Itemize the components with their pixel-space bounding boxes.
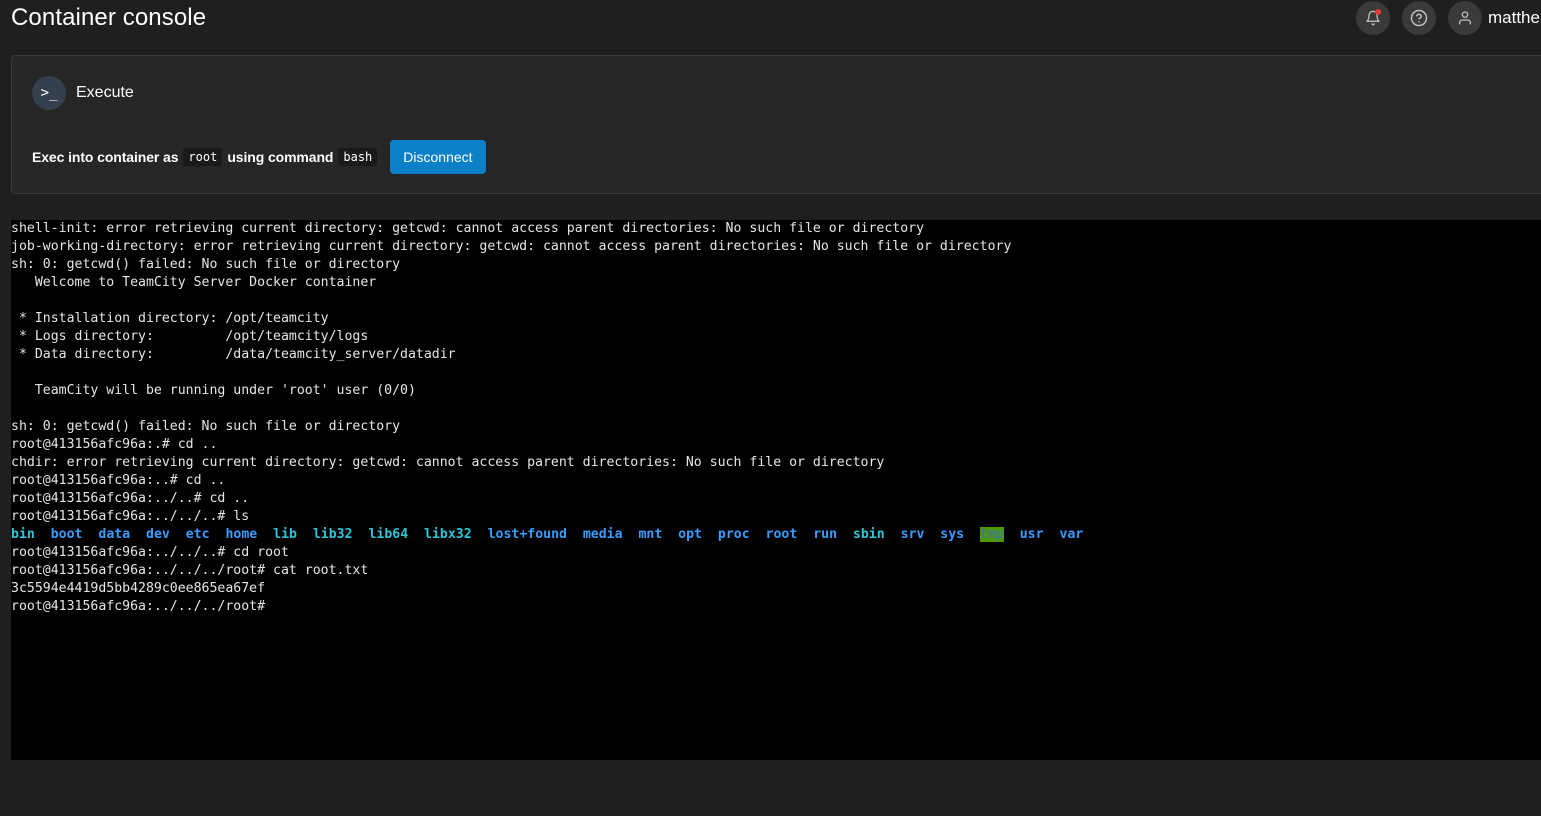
terminal-line: * Logs directory: /opt/teamcity/logs	[11, 329, 369, 344]
notifications-button[interactable]	[1356, 1, 1390, 35]
terminal-line: Welcome to TeamCity Server Docker contai…	[11, 275, 377, 290]
ls-entry: bin	[11, 527, 35, 542]
ls-entry: sys	[940, 527, 965, 542]
ls-entry: sbin	[852, 527, 885, 542]
ls-entry: run	[813, 527, 838, 542]
ls-entry: tmp	[980, 527, 1004, 542]
ls-entry: root	[765, 527, 798, 542]
ls-entry: srv	[900, 527, 925, 542]
top-icons: matthe	[1356, 1, 1540, 35]
execute-panel: >_ Execute Exec into container as root u…	[11, 55, 1541, 194]
ls-entry: libx32	[424, 527, 472, 542]
terminal[interactable]: shell-init: error retrieving current dir…	[11, 220, 1541, 760]
ls-entry: lost+found	[487, 527, 567, 542]
user-icon	[1457, 10, 1473, 26]
ls-entry: boot	[50, 527, 83, 542]
ls-entry: dev	[146, 527, 170, 542]
exec-text-mid: using command	[227, 149, 334, 165]
terminal-line: 3c5594e4419d5bb4289c0ee865ea67ef	[11, 581, 266, 596]
terminal-line: root@413156afc96a:../../../root#	[11, 599, 266, 614]
ls-output-line: bin boot data dev etc home lib lib32 lib…	[11, 526, 1083, 544]
exec-user: root	[183, 148, 223, 166]
ls-entry: mnt	[638, 527, 663, 542]
terminal-line: shell-init: error retrieving current dir…	[11, 221, 925, 236]
terminal-line: * Installation directory: /opt/teamcity	[11, 311, 329, 326]
exec-text-prefix: Exec into container as	[32, 149, 179, 165]
ls-entry: etc	[185, 527, 210, 542]
terminal-line: root@413156afc96a:../../..# ls	[11, 509, 250, 524]
ls-entry: home	[225, 527, 258, 542]
page-title: Container console	[11, 4, 207, 31]
user-menu-button[interactable]	[1448, 1, 1482, 35]
terminal-line: root@413156afc96a:.# cd ..	[11, 437, 218, 452]
terminal-line: job-working-directory: error retrieving …	[11, 239, 1012, 254]
ls-entry: lib	[273, 527, 297, 542]
ls-entry: data	[98, 527, 131, 542]
ls-entry: opt	[678, 527, 702, 542]
terminal-line: chdir: error retrieving current director…	[11, 455, 885, 470]
exec-info-row: Exec into container as root using comman…	[32, 140, 486, 174]
username[interactable]: matthe	[1488, 8, 1540, 28]
execute-header: >_ Execute	[32, 76, 134, 110]
ls-entry: usr	[1019, 527, 1044, 542]
terminal-line: root@413156afc96a:../../../root# cat roo…	[11, 563, 369, 578]
help-button[interactable]	[1402, 1, 1436, 35]
ls-entry: lib64	[368, 527, 409, 542]
terminal-icon: >_	[32, 76, 66, 110]
terminal-line: root@413156afc96a:../../..# cd root	[11, 545, 289, 560]
notification-dot	[1375, 9, 1381, 15]
ls-entry: var	[1059, 527, 1084, 542]
terminal-line: root@413156afc96a:..# cd ..	[11, 473, 226, 488]
terminal-line: sh: 0: getcwd() failed: No such file or …	[11, 419, 401, 434]
terminal-line: sh: 0: getcwd() failed: No such file or …	[11, 257, 401, 272]
top-bar: Container console matthe	[0, 0, 1541, 40]
exec-command: bash	[338, 148, 378, 166]
terminal-line: root@413156afc96a:../..# cd ..	[11, 491, 250, 506]
help-icon	[1410, 9, 1428, 27]
ls-entry: proc	[717, 527, 750, 542]
disconnect-button[interactable]: Disconnect	[390, 140, 486, 174]
terminal-line: TeamCity will be running under 'root' us…	[11, 383, 416, 398]
terminal-line: * Data directory: /data/teamcity_server/…	[11, 347, 456, 362]
execute-title: Execute	[76, 84, 134, 101]
terminal-output: shell-init: error retrieving current dir…	[11, 220, 1083, 616]
ls-entry: media	[582, 527, 623, 542]
ls-entry: lib32	[312, 527, 353, 542]
